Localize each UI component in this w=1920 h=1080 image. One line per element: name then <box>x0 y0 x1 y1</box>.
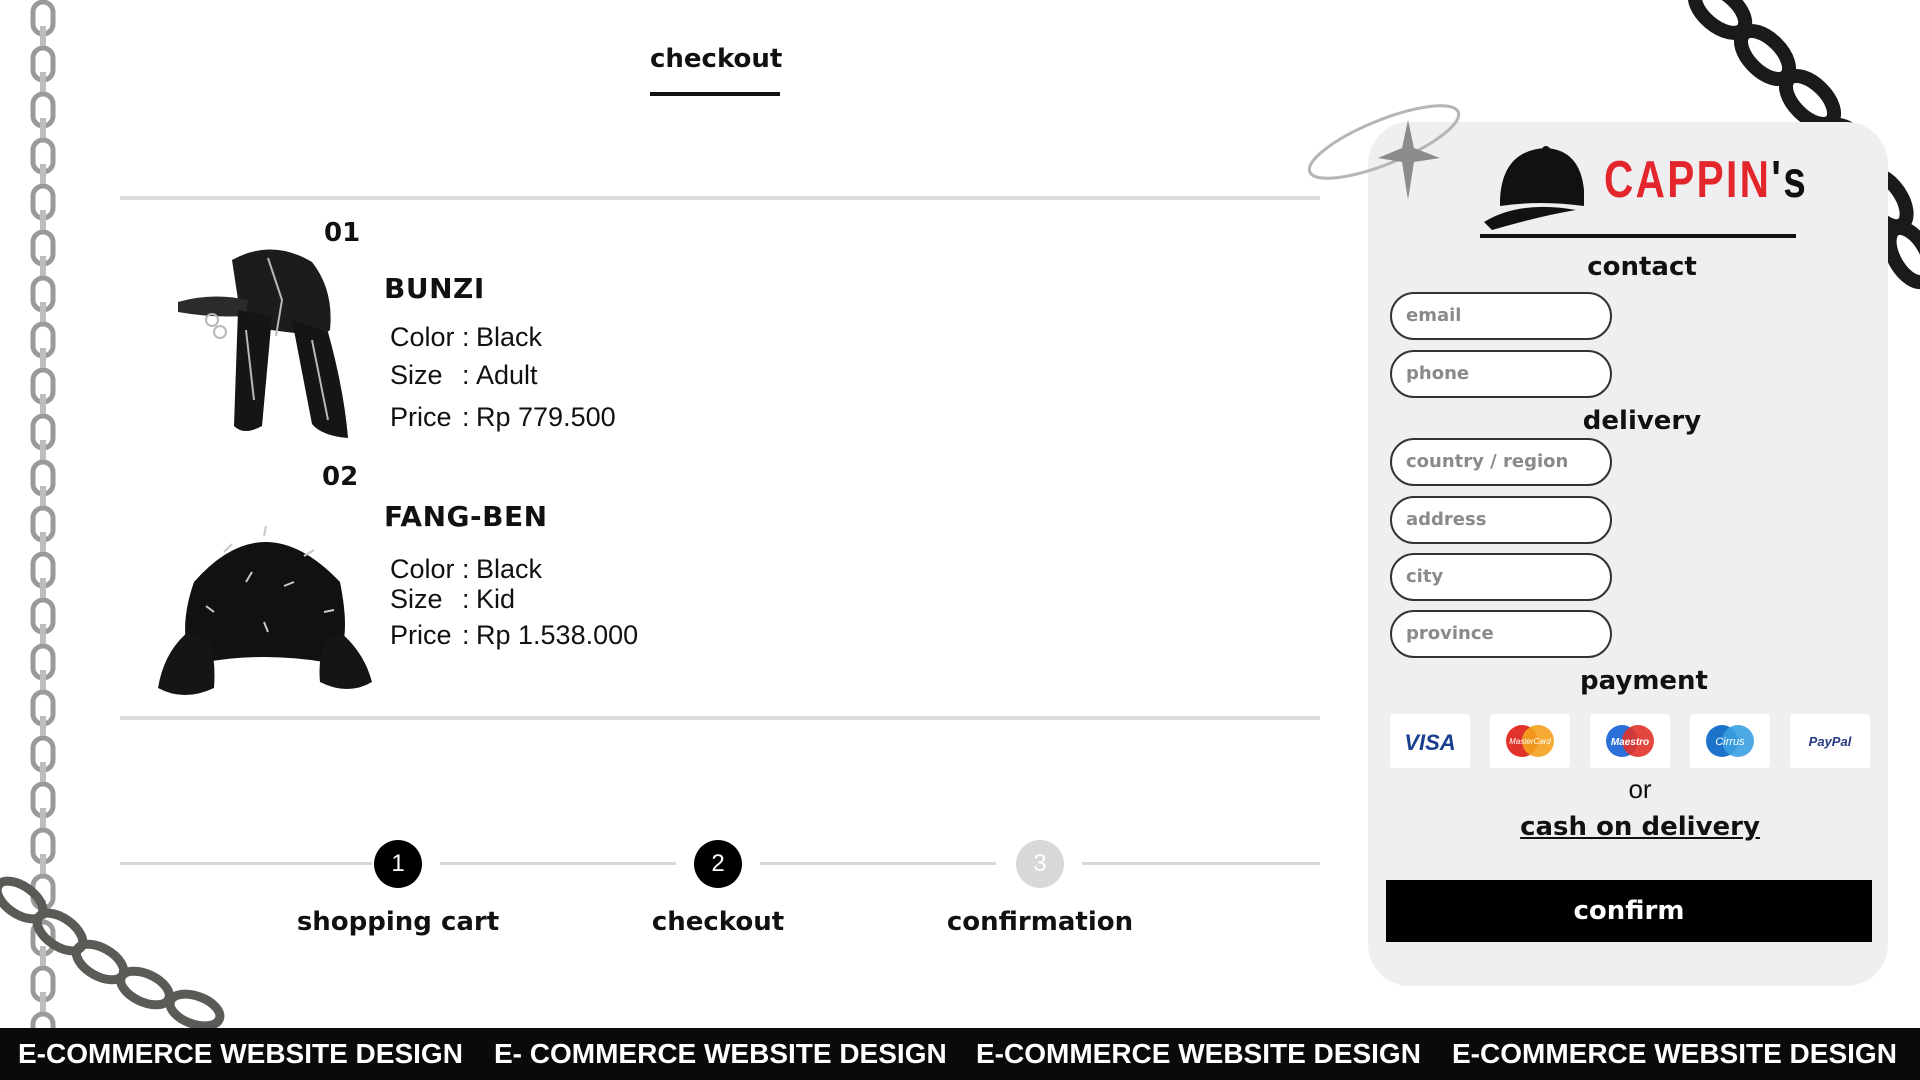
progress-line <box>760 862 996 865</box>
address-field[interactable]: address <box>1390 496 1612 544</box>
divider-bottom <box>120 716 1320 720</box>
item-price: Price: Rp 1.538.000 <box>390 620 639 650</box>
step-2-circle[interactable]: 2 <box>694 840 742 888</box>
delivery-heading: delivery <box>1582 406 1702 436</box>
or-separator: or <box>1628 774 1652 804</box>
banner-text: E-COMMERCE WEBSITE DESIGN <box>1452 1038 1897 1069</box>
fur-trapper-hat-icon[interactable] <box>154 512 374 700</box>
cash-on-delivery-link[interactable]: cash on delivery <box>1500 812 1780 842</box>
contact-heading: contact <box>1587 252 1697 282</box>
item-number: 02 <box>322 462 359 492</box>
brand-logo-text: CAPPIN's <box>1604 151 1809 209</box>
logo-cap-icon <box>1484 146 1584 230</box>
visa-icon[interactable]: VISA <box>1390 714 1470 768</box>
chain-decoration-bottom-left <box>0 876 225 1030</box>
tab-active-indicator <box>650 92 780 96</box>
tab-checkout[interactable]: checkout <box>650 44 782 74</box>
bottom-banner: E-COMMERCE WEBSITE DESIGN E- COMMERCE WE… <box>0 1028 1920 1080</box>
star-halo-icon <box>1307 104 1461 200</box>
banner-text: E-COMMERCE WEBSITE DESIGN <box>976 1038 1421 1069</box>
logo-underline <box>1480 234 1796 238</box>
email-field[interactable]: email <box>1390 292 1612 340</box>
country-region-field[interactable]: country / region <box>1390 438 1612 486</box>
item-price: Price: Rp 779.500 <box>390 402 616 432</box>
item-name: FANG-BEN <box>384 500 548 533</box>
svg-text:Cirrus: Cirrus <box>1715 736 1745 748</box>
province-field[interactable]: province <box>1390 610 1612 658</box>
progress-line <box>440 862 676 865</box>
step-3-label[interactable]: confirmation <box>910 907 1170 937</box>
progress-line <box>120 862 372 865</box>
item-color: Color: Black <box>390 322 543 352</box>
step-1-circle[interactable]: 1 <box>374 840 422 888</box>
paypal-icon[interactable]: PayPal <box>1790 714 1870 768</box>
item-size: Size: Kid <box>390 584 516 614</box>
spiked-cap-with-chains-icon[interactable] <box>172 240 362 442</box>
svg-text:Maestro: Maestro <box>1611 737 1649 748</box>
svg-text:PayPal: PayPal <box>1809 734 1852 749</box>
phone-field[interactable]: phone <box>1390 350 1612 398</box>
svg-text:MasterCard: MasterCard <box>1509 737 1551 746</box>
banner-text: E- COMMERCE WEBSITE DESIGN <box>494 1038 947 1069</box>
item-size: Size: Adult <box>390 360 538 390</box>
divider-top <box>120 196 1320 200</box>
step-1-label[interactable]: shopping cart <box>268 907 528 937</box>
svg-text:VISA: VISA <box>1404 730 1455 755</box>
mastercard-icon[interactable]: MasterCard <box>1490 714 1570 768</box>
city-field[interactable]: city <box>1390 553 1612 601</box>
cirrus-icon[interactable]: Cirrus <box>1690 714 1770 768</box>
maestro-icon[interactable]: Maestro <box>1590 714 1670 768</box>
confirm-button[interactable]: confirm <box>1386 880 1872 942</box>
step-3-circle[interactable]: 3 <box>1016 840 1064 888</box>
step-2-label[interactable]: checkout <box>588 907 848 937</box>
payment-heading: payment <box>1580 666 1708 696</box>
item-name: BUNZI <box>384 272 485 305</box>
item-color: Color: Black <box>390 554 543 584</box>
banner-text: E-COMMERCE WEBSITE DESIGN <box>18 1038 463 1069</box>
progress-line <box>1082 862 1320 865</box>
